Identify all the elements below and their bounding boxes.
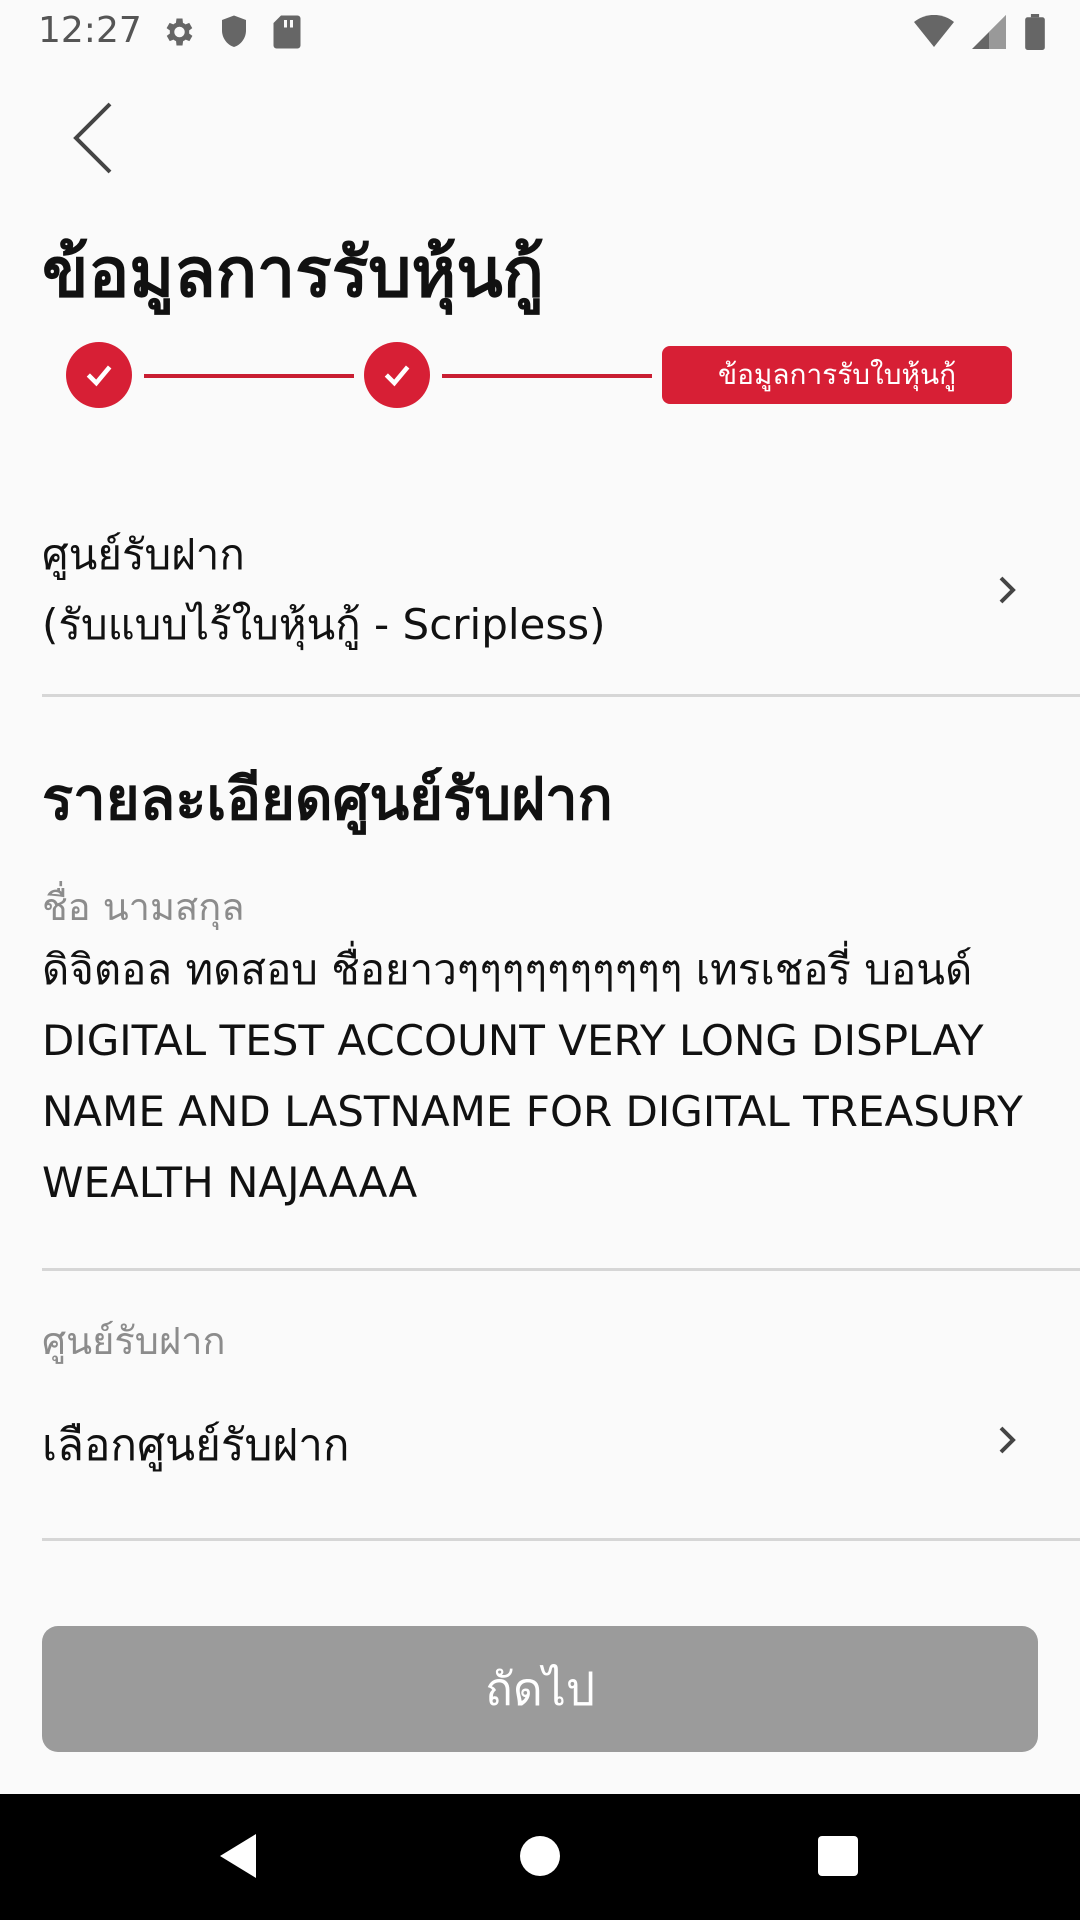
section-title: รายละเอียดศูนย์รับฝาก bbox=[42, 765, 613, 833]
divider bbox=[42, 694, 1080, 697]
shield-icon bbox=[218, 14, 250, 50]
back-button[interactable] bbox=[66, 98, 126, 178]
screen: 12:27 ข้อมูลการรับหุ้นกู้ ข้อมูลการรับใบ… bbox=[0, 0, 1080, 1920]
scripless-option-row[interactable]: ศูนย์รับฝาก (รับแบบไร้ใบหุ้นกู้ - Scripl… bbox=[42, 520, 1080, 670]
signal-icon bbox=[972, 15, 1006, 49]
divider bbox=[42, 1538, 1080, 1541]
depository-selector[interactable]: ศูนย์รับฝาก เลือกศูนย์รับฝาก bbox=[42, 1314, 1080, 1504]
name-label: ชื่อ นามสกุล bbox=[42, 885, 245, 929]
sd-card-icon bbox=[272, 14, 302, 50]
name-field: ชื่อ นามสกุล ดิจิตอล ทดสอบ ชื่อยาวๆๆๆๆๆๆ… bbox=[42, 880, 1080, 1218]
name-value: ดิจิตอล ทดสอบ ชื่อยาวๆๆๆๆๆๆๆๆๆๆ เทรเชอรี… bbox=[42, 945, 1023, 1207]
chevron-right-icon bbox=[999, 1426, 1016, 1454]
progress-stepper: ข้อมูลการรับใบหุ้นกู้ bbox=[66, 340, 1016, 410]
check-icon bbox=[384, 365, 410, 387]
status-icons-right bbox=[914, 14, 1046, 50]
status-time: 12:27 bbox=[38, 10, 142, 51]
step-1-complete bbox=[66, 342, 132, 408]
chevron-right-icon bbox=[999, 576, 1016, 604]
depository-label: ศูนย์รับฝาก bbox=[42, 1319, 226, 1363]
gear-icon bbox=[160, 14, 196, 50]
divider bbox=[42, 1268, 1080, 1271]
next-button[interactable]: ถัดไป bbox=[42, 1626, 1038, 1752]
step-connector bbox=[442, 374, 652, 378]
system-nav-bar bbox=[0, 1794, 1080, 1920]
current-step-pill: ข้อมูลการรับใบหุ้นกู้ bbox=[662, 346, 1012, 404]
page-title: ข้อมูลการรับหุ้นกู้ bbox=[42, 234, 544, 313]
status-bar: 12:27 bbox=[0, 0, 1080, 64]
chevron-left-icon bbox=[73, 102, 112, 174]
home-nav-icon[interactable] bbox=[518, 1830, 562, 1886]
status-icons-left bbox=[160, 14, 302, 50]
wifi-icon bbox=[914, 15, 954, 49]
scripless-title: ศูนย์รับฝาก bbox=[42, 530, 245, 579]
scripless-subtitle: (รับแบบไร้ใบหุ้นกู้ - Scripless) bbox=[42, 600, 606, 649]
battery-icon bbox=[1024, 14, 1046, 50]
depository-placeholder: เลือกศูนย์รับฝาก bbox=[42, 1420, 350, 1471]
recents-nav-icon[interactable] bbox=[816, 1830, 860, 1886]
step-2-complete bbox=[364, 342, 430, 408]
check-icon bbox=[86, 365, 112, 387]
step-connector bbox=[144, 374, 354, 378]
back-nav-icon[interactable] bbox=[216, 1830, 260, 1886]
